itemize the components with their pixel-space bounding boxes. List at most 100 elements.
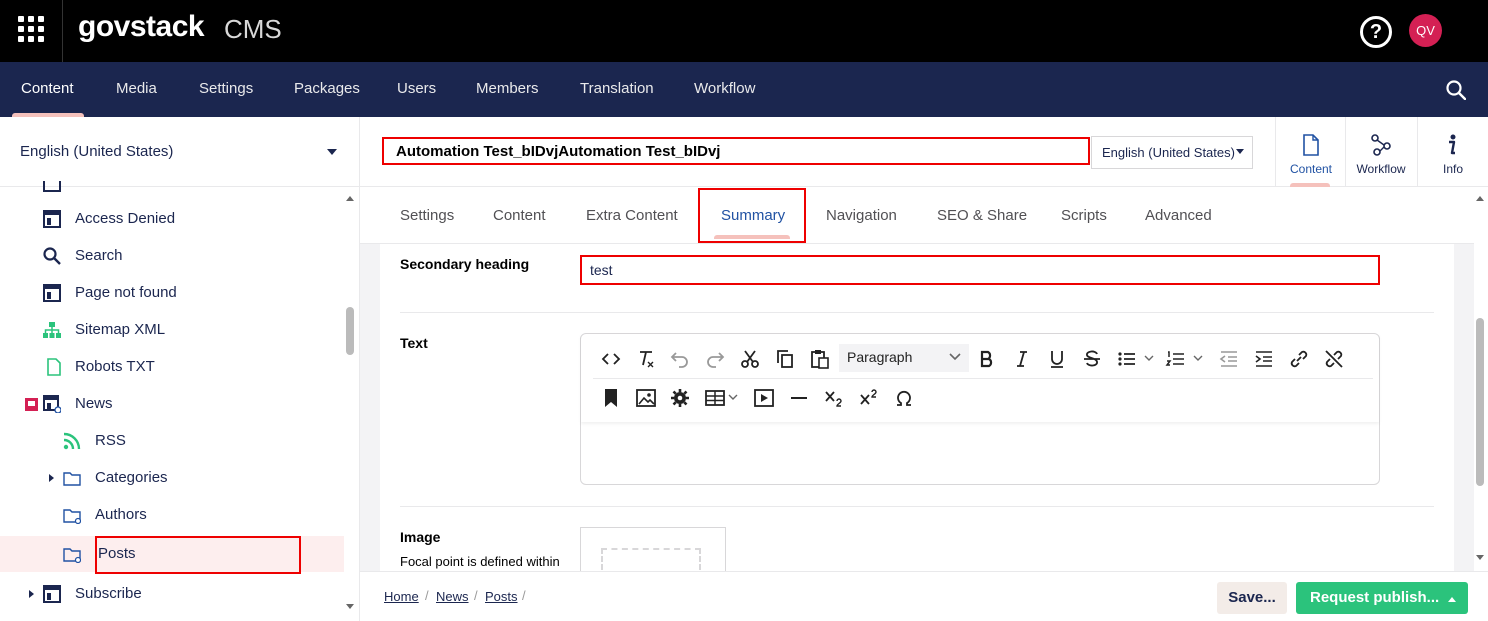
bold-icon[interactable]: [976, 348, 998, 370]
expand-arrow-icon[interactable]: [49, 474, 54, 482]
avatar[interactable]: QV: [1409, 14, 1442, 47]
underline-icon[interactable]: [1046, 348, 1068, 370]
page-icon: [43, 210, 61, 228]
indent-icon[interactable]: [1253, 348, 1275, 370]
app-content[interactable]: Content: [1275, 117, 1345, 187]
media-icon[interactable]: [753, 387, 775, 409]
search-icon[interactable]: [1446, 80, 1466, 100]
tree-item-label: Categories: [95, 469, 168, 486]
bullet-list-icon[interactable]: [1116, 348, 1138, 370]
highlight-posts: [95, 536, 301, 574]
tree-item-label: RSS: [95, 432, 126, 449]
tree-item-access-denied[interactable]: Access Denied: [0, 201, 344, 237]
top-divider: [62, 0, 63, 62]
tab-content[interactable]: Content: [493, 207, 546, 224]
rich-text-editor[interactable]: Paragraph: [580, 333, 1380, 485]
format-select[interactable]: Paragraph: [839, 344, 969, 372]
page-icon: [43, 284, 61, 302]
help-icon[interactable]: ?: [1360, 16, 1392, 48]
superscript-icon[interactable]: [858, 387, 880, 409]
horizontal-rule-icon[interactable]: [788, 387, 810, 409]
scroll-up-icon[interactable]: [1476, 196, 1484, 201]
scroll-down-icon[interactable]: [1476, 555, 1484, 560]
scroll-down-icon[interactable]: [346, 604, 354, 609]
strikethrough-icon[interactable]: [1081, 348, 1103, 370]
link-icon[interactable]: [1288, 348, 1310, 370]
tree-item-page-not-found[interactable]: Page not found: [0, 275, 344, 311]
app-switcher-icon[interactable]: [18, 16, 44, 42]
tree-scrollbar[interactable]: [346, 307, 354, 355]
request-publish-label: Request publish...: [1310, 589, 1440, 606]
editor-footer: Home / News / Posts / Save... Request pu…: [360, 571, 1488, 621]
copy-icon[interactable]: [774, 348, 796, 370]
culture-selector[interactable]: English (United States): [20, 143, 173, 160]
chevron-down-icon[interactable]: [728, 394, 738, 402]
section-content[interactable]: Content: [21, 80, 74, 97]
section-settings[interactable]: Settings: [199, 80, 253, 97]
tab-seo-share[interactable]: SEO & Share: [937, 207, 1027, 224]
tab-advanced[interactable]: Advanced: [1145, 207, 1212, 224]
news-icon: [43, 395, 61, 413]
section-media[interactable]: Media: [116, 80, 157, 97]
tab-extra-content[interactable]: Extra Content: [586, 207, 678, 224]
tree-item-robots-txt[interactable]: Robots TXT: [0, 349, 344, 385]
image-picker[interactable]: [580, 527, 726, 578]
tab-navigation[interactable]: Navigation: [826, 207, 897, 224]
special-character-icon[interactable]: [893, 387, 915, 409]
content-name-input[interactable]: Automation Test_bIDvjAutomation Test_bID…: [382, 137, 1090, 165]
undo-icon[interactable]: [669, 348, 691, 370]
tab-scripts[interactable]: Scripts: [1061, 207, 1107, 224]
cut-icon[interactable]: [739, 348, 761, 370]
request-publish-button[interactable]: Request publish...: [1296, 582, 1468, 614]
chevron-down-icon[interactable]: [327, 149, 337, 155]
app-info[interactable]: Info: [1417, 117, 1487, 187]
section-users[interactable]: Users: [397, 80, 436, 97]
tree-item-label: Search: [75, 247, 123, 264]
expand-arrow-icon[interactable]: [29, 590, 34, 598]
brand-logo[interactable]: govstack: [78, 10, 205, 44]
tree-item-authors[interactable]: Authors: [0, 497, 344, 533]
breadcrumb-separator: /: [522, 588, 526, 603]
save-button[interactable]: Save...: [1217, 582, 1287, 614]
tree-item-categories[interactable]: Categories: [0, 460, 344, 496]
tree-item-subscribe[interactable]: Subscribe: [0, 576, 344, 612]
chevron-down-icon[interactable]: [1144, 355, 1154, 363]
language-select[interactable]: English (United States): [1091, 136, 1253, 169]
redo-icon[interactable]: [704, 348, 726, 370]
clear-format-icon[interactable]: [635, 348, 657, 370]
paste-icon[interactable]: [809, 348, 831, 370]
chevron-down-icon[interactable]: [1236, 149, 1244, 154]
unlink-icon[interactable]: [1323, 348, 1345, 370]
scroll-up-icon[interactable]: [346, 196, 354, 201]
tab-settings[interactable]: Settings: [400, 207, 454, 224]
tree-item-search[interactable]: Search: [0, 238, 344, 274]
tree-item-rss[interactable]: RSS: [0, 423, 344, 459]
chevron-down-icon[interactable]: [1193, 355, 1203, 363]
app-workflow[interactable]: Workflow: [1345, 117, 1415, 187]
image-label: Image: [400, 529, 441, 545]
workflow-icon: [1371, 134, 1391, 156]
chevron-up-icon[interactable]: [1448, 597, 1456, 602]
tree-item-sitemap-xml[interactable]: Sitemap XML: [0, 312, 344, 348]
app-label: Workflow: [1356, 162, 1406, 176]
breadcrumb-home[interactable]: Home: [384, 589, 419, 604]
table-icon[interactable]: [704, 387, 726, 409]
bookmark-icon[interactable]: [600, 387, 622, 409]
editor-scrollbar[interactable]: [1476, 318, 1484, 486]
breadcrumb-posts[interactable]: Posts: [485, 589, 518, 604]
image-icon[interactable]: [635, 387, 657, 409]
section-packages[interactable]: Packages: [294, 80, 360, 97]
tree-item-news[interactable]: News: [0, 386, 344, 422]
section-translation[interactable]: Translation: [580, 80, 654, 97]
breadcrumb-news[interactable]: News: [436, 589, 469, 604]
outdent-icon[interactable]: [1218, 348, 1240, 370]
gear-icon[interactable]: [669, 387, 691, 409]
secondary-heading-input[interactable]: test: [580, 255, 1380, 285]
rss-icon: [63, 432, 81, 450]
section-members[interactable]: Members: [476, 80, 539, 97]
italic-icon[interactable]: [1011, 348, 1033, 370]
section-workflow[interactable]: Workflow: [694, 80, 755, 97]
source-code-icon[interactable]: [600, 348, 622, 370]
numbered-list-icon[interactable]: [1165, 348, 1187, 370]
subscript-icon[interactable]: [823, 387, 845, 409]
